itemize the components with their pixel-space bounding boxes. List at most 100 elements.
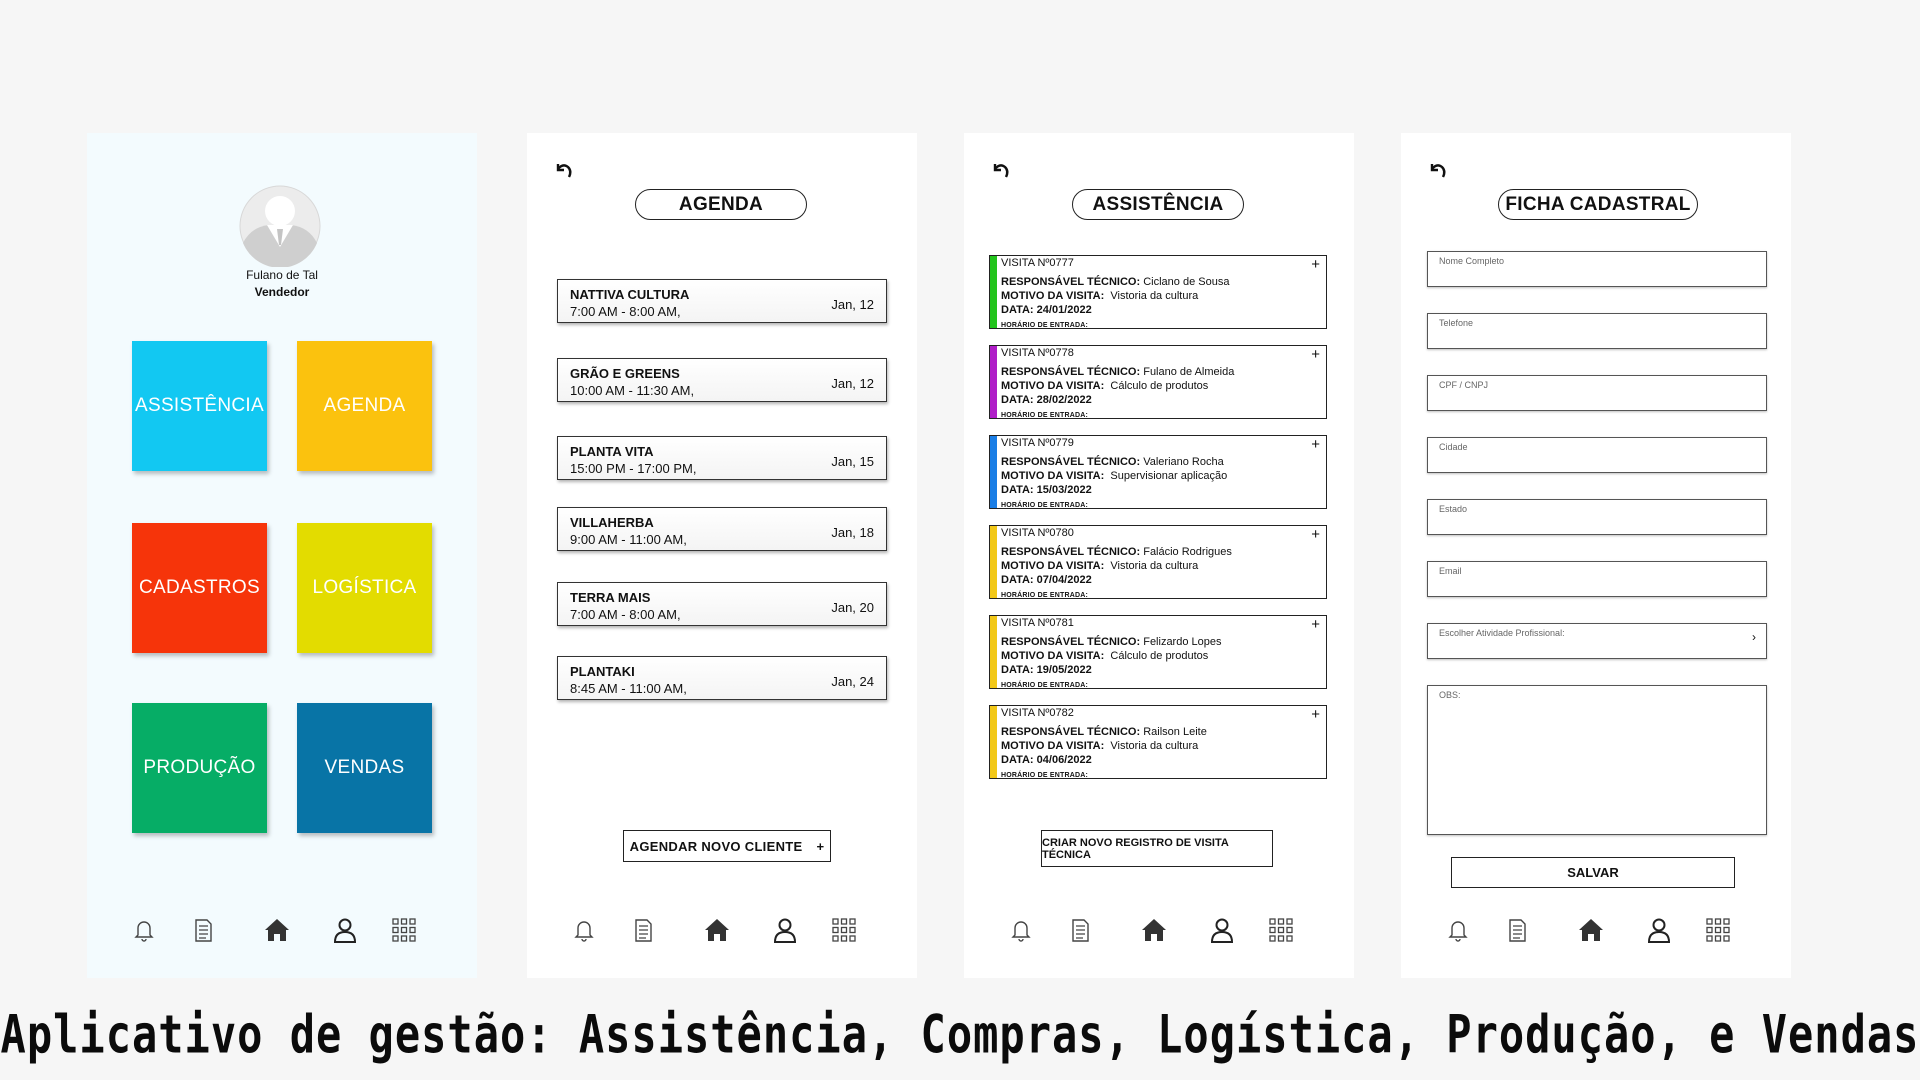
field-label: Cidade xyxy=(1439,442,1468,452)
user-icon[interactable] xyxy=(1208,916,1236,944)
user-icon[interactable] xyxy=(331,916,359,944)
home-screen: Fulano de Tal Vendedor ASSISTÊNCIA AGEND… xyxy=(87,133,477,978)
email-field[interactable]: Email xyxy=(1427,561,1767,597)
tile-label: CADASTROS xyxy=(139,577,260,598)
caption: Aplicativo de gestão: Assistência, Compr… xyxy=(0,1003,1920,1066)
visit-card[interactable]: VISITA Nº0779 + RESPONSÁVEL TÉCNICO: Val… xyxy=(989,435,1327,509)
date-label: DATA: xyxy=(1001,394,1034,406)
client-name: TERRA MAIS xyxy=(570,590,651,605)
grid-icon[interactable] xyxy=(830,916,858,944)
state-field[interactable]: Estado xyxy=(1427,499,1767,535)
tech-label: RESPONSÁVEL TÉCNICO: xyxy=(1001,366,1141,378)
city-field[interactable]: Cidade xyxy=(1427,437,1767,473)
tile-label: AGENDA xyxy=(323,395,406,416)
save-button[interactable]: SALVAR xyxy=(1451,857,1735,888)
document-icon[interactable] xyxy=(1503,916,1531,944)
expand-plus-icon[interactable]: + xyxy=(1311,346,1320,363)
visit-reason: Supervisionar aplicação xyxy=(1110,470,1228,482)
expand-plus-icon[interactable]: + xyxy=(1311,256,1320,273)
visit-number: VISITA Nº0777 xyxy=(1001,257,1074,269)
agenda-item[interactable]: PLANTAKI 8:45 AM - 11:00 AM, Jan, 24 xyxy=(557,656,887,700)
reason-label: MOTIVO DA VISITA: xyxy=(1001,740,1105,752)
bell-icon[interactable] xyxy=(130,916,158,944)
agenda-item[interactable]: VILLAHERBA 9:00 AM - 11:00 AM, Jan, 18 xyxy=(557,507,887,551)
visit-card[interactable]: VISITA Nº0782 + RESPONSÁVEL TÉCNICO: Rai… xyxy=(989,705,1327,779)
agenda-item[interactable]: TERRA MAIS 7:00 AM - 8:00 AM, Jan, 20 xyxy=(557,582,887,626)
tile-agenda[interactable]: AGENDA xyxy=(297,341,432,471)
agenda-item[interactable]: NATTIVA CULTURA 7:00 AM - 8:00 AM, Jan, … xyxy=(557,279,887,323)
visit-reason: Cálculo de produtos xyxy=(1110,380,1209,392)
expand-plus-icon[interactable]: + xyxy=(1311,616,1320,633)
home-icon[interactable] xyxy=(703,916,731,944)
tech-label: RESPONSÁVEL TÉCNICO: xyxy=(1001,276,1141,288)
document-icon[interactable] xyxy=(629,916,657,944)
grid-icon[interactable] xyxy=(1267,916,1295,944)
obs-textarea[interactable]: OBS: xyxy=(1427,685,1767,835)
expand-plus-icon[interactable]: + xyxy=(1311,706,1320,723)
visit-number: VISITA Nº0782 xyxy=(1001,707,1074,719)
bell-icon[interactable] xyxy=(570,916,598,944)
document-icon[interactable] xyxy=(1066,916,1094,944)
visit-reason: Cálculo de produtos xyxy=(1110,650,1209,662)
client-name: VILLAHERBA xyxy=(570,515,654,530)
phone-field[interactable]: Telefone xyxy=(1427,313,1767,349)
grid-icon[interactable] xyxy=(1704,916,1732,944)
bottom-nav xyxy=(87,916,477,946)
back-arrow-icon[interactable] xyxy=(1427,159,1449,181)
name-field[interactable]: Nome Completo xyxy=(1427,251,1767,287)
client-name: NATTIVA CULTURA xyxy=(570,287,690,302)
tech-name: Falácio Rodrigues xyxy=(1143,546,1232,558)
date-label: DATA: xyxy=(1001,574,1034,586)
visit-number: VISITA Nº0779 xyxy=(1001,437,1074,449)
visit-date: 04/06/2022 xyxy=(1036,754,1092,766)
user-name: Fulano de Tal xyxy=(246,268,318,282)
home-icon[interactable] xyxy=(1140,916,1168,944)
agenda-item[interactable]: PLANTA VITA 15:00 PM - 17:00 PM, Jan, 15 xyxy=(557,436,887,480)
entry-label: HORÁRIO DE ENTRADA: xyxy=(1001,412,1089,419)
entry-label: HORÁRIO DE ENTRADA: xyxy=(1001,322,1089,329)
new-visit-record-button[interactable]: CRIAR NOVO REGISTRO DE VISITA TÉCNICA xyxy=(1041,830,1273,867)
home-icon[interactable] xyxy=(1577,916,1605,944)
user-role: Vendedor xyxy=(254,285,310,299)
tile-vendas[interactable]: VENDAS xyxy=(297,703,432,833)
tile-producao[interactable]: PRODUÇÃO xyxy=(132,703,267,833)
status-bar xyxy=(990,706,997,778)
user-icon[interactable] xyxy=(771,916,799,944)
tech-label: RESPONSÁVEL TÉCNICO: xyxy=(1001,546,1141,558)
visit-card[interactable]: VISITA Nº0781 + RESPONSÁVEL TÉCNICO: Fel… xyxy=(989,615,1327,689)
tile-cadastros[interactable]: CADASTROS xyxy=(132,523,267,653)
back-arrow-icon[interactable] xyxy=(553,159,575,181)
visit-card[interactable]: VISITA Nº0780 + RESPONSÁVEL TÉCNICO: Fal… xyxy=(989,525,1327,599)
expand-plus-icon[interactable]: + xyxy=(1311,436,1320,453)
appointment-time: 8:45 AM - 11:00 AM, xyxy=(570,681,687,696)
entry-label: HORÁRIO DE ENTRADA: xyxy=(1001,682,1089,689)
home-icon[interactable] xyxy=(263,916,291,944)
user-icon[interactable] xyxy=(1645,916,1673,944)
bottom-nav xyxy=(527,916,917,946)
grid-icon[interactable] xyxy=(390,916,418,944)
tile-logistica[interactable]: LOGÍSTICA xyxy=(297,523,432,653)
back-arrow-icon[interactable] xyxy=(990,159,1012,181)
status-bar xyxy=(990,616,997,688)
cpf-cnpj-field[interactable]: CPF / CNPJ xyxy=(1427,375,1767,411)
date-label: DATA: xyxy=(1001,484,1034,496)
appointment-date: Jan, 12 xyxy=(831,297,874,312)
tile-assistencia[interactable]: ASSISTÊNCIA xyxy=(132,341,267,471)
visit-card[interactable]: VISITA Nº0777 + RESPONSÁVEL TÉCNICO: Cic… xyxy=(989,255,1327,329)
visit-card[interactable]: VISITA Nº0778 + RESPONSÁVEL TÉCNICO: Ful… xyxy=(989,345,1327,419)
profession-select[interactable]: Escolher Atividade Profissional: › xyxy=(1427,623,1767,659)
bell-icon[interactable] xyxy=(1444,916,1472,944)
schedule-new-client-button[interactable]: AGENDAR NOVO CLIENTE + xyxy=(623,830,831,862)
expand-plus-icon[interactable]: + xyxy=(1311,526,1320,543)
bell-icon[interactable] xyxy=(1007,916,1035,944)
tech-label: RESPONSÁVEL TÉCNICO: xyxy=(1001,636,1141,648)
agenda-item[interactable]: GRÃO E GREENS 10:00 AM - 11:30 AM, Jan, … xyxy=(557,358,887,402)
document-icon[interactable] xyxy=(189,916,217,944)
appointment-date: Jan, 24 xyxy=(831,674,874,689)
client-name: PLANTA VITA xyxy=(570,444,654,459)
tech-name: Felizardo Lopes xyxy=(1143,636,1222,648)
appointment-date: Jan, 15 xyxy=(831,454,874,469)
entry-label: HORÁRIO DE ENTRADA: xyxy=(1001,772,1089,779)
status-bar xyxy=(990,526,997,598)
field-label: Email xyxy=(1439,566,1462,576)
